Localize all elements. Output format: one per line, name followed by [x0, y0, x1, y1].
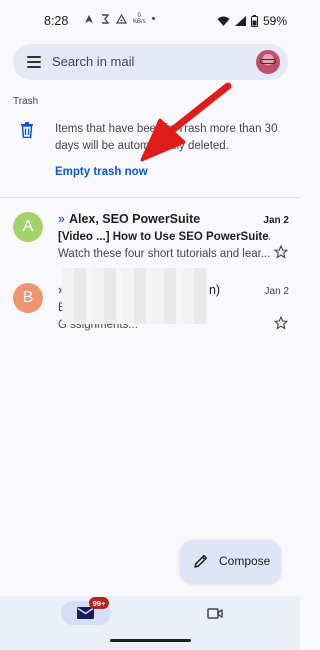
tab-mail[interactable]: 99+ — [61, 597, 111, 625]
star-icon[interactable] — [274, 245, 288, 259]
star-icon[interactable] — [274, 316, 288, 330]
menu-icon[interactable] — [27, 56, 41, 68]
compose-label: Compose — [219, 554, 271, 568]
email-date: Jan 2 — [263, 215, 289, 226]
email-row[interactable]: A » Alex, SEO PowerSuite Jan 2 [Video ...… — [0, 202, 300, 272]
email-subject: [Video ...] How to Use SEO PowerSuite... — [58, 231, 270, 243]
redaction-blur — [62, 268, 208, 324]
compose-button[interactable]: Compose — [180, 540, 281, 583]
alert-notification-icon — [116, 14, 127, 24]
battery-icon — [250, 15, 258, 27]
net-speed-unit: KB/s — [133, 19, 146, 25]
folder-title: Trash — [13, 96, 39, 107]
battery-percent: 59% — [262, 14, 287, 28]
app-notification-icon — [102, 14, 110, 24]
section-divider — [0, 197, 300, 198]
avatar-glasses-graphic — [260, 59, 276, 64]
status-time: 8:28 — [44, 14, 69, 28]
account-avatar[interactable] — [256, 50, 280, 74]
email-sender-name: Alex, SEO PowerSuite — [68, 212, 201, 226]
nav-notification-icon — [85, 15, 93, 23]
video-call-icon[interactable] — [207, 607, 223, 620]
importance-marker-icon: » — [58, 212, 65, 226]
home-indicator[interactable] — [110, 639, 191, 642]
signal-icon — [234, 16, 246, 26]
search-bar[interactable]: Search in mail — [13, 44, 288, 80]
empty-trash-button[interactable]: Empty trash now — [55, 166, 148, 178]
pencil-icon — [194, 554, 208, 568]
unread-count-badge: 99+ — [89, 597, 109, 609]
trash-icon — [21, 122, 33, 138]
wifi-icon — [217, 16, 230, 26]
search-input[interactable]: Search in mail — [52, 54, 134, 69]
email-sender: » Alex, SEO PowerSuite — [58, 212, 200, 226]
status-dot: • — [151, 13, 156, 25]
email-sender-name: n) — [208, 283, 221, 297]
email-snippet: Watch these four short tutorials and lea… — [58, 248, 270, 260]
mail-icon — [77, 607, 94, 619]
trash-notice: Items that have been in Trash more than … — [55, 123, 278, 152]
sender-avatar[interactable]: B — [13, 283, 43, 313]
status-system-icons: 59% — [217, 14, 287, 28]
email-date: Jan 2 — [264, 286, 289, 297]
bottom-nav: 99+ — [0, 596, 300, 650]
net-speed-indicator: 0 KB/s — [133, 13, 146, 25]
sender-avatar[interactable]: A — [13, 212, 43, 242]
status-notification-icons: 0 KB/s • — [84, 13, 156, 25]
status-bar: 8:28 0 KB/s • 59% — [0, 0, 300, 40]
email-row[interactable]: B »n) Jan 2 B re are your... G ssignment… — [0, 268, 300, 343]
